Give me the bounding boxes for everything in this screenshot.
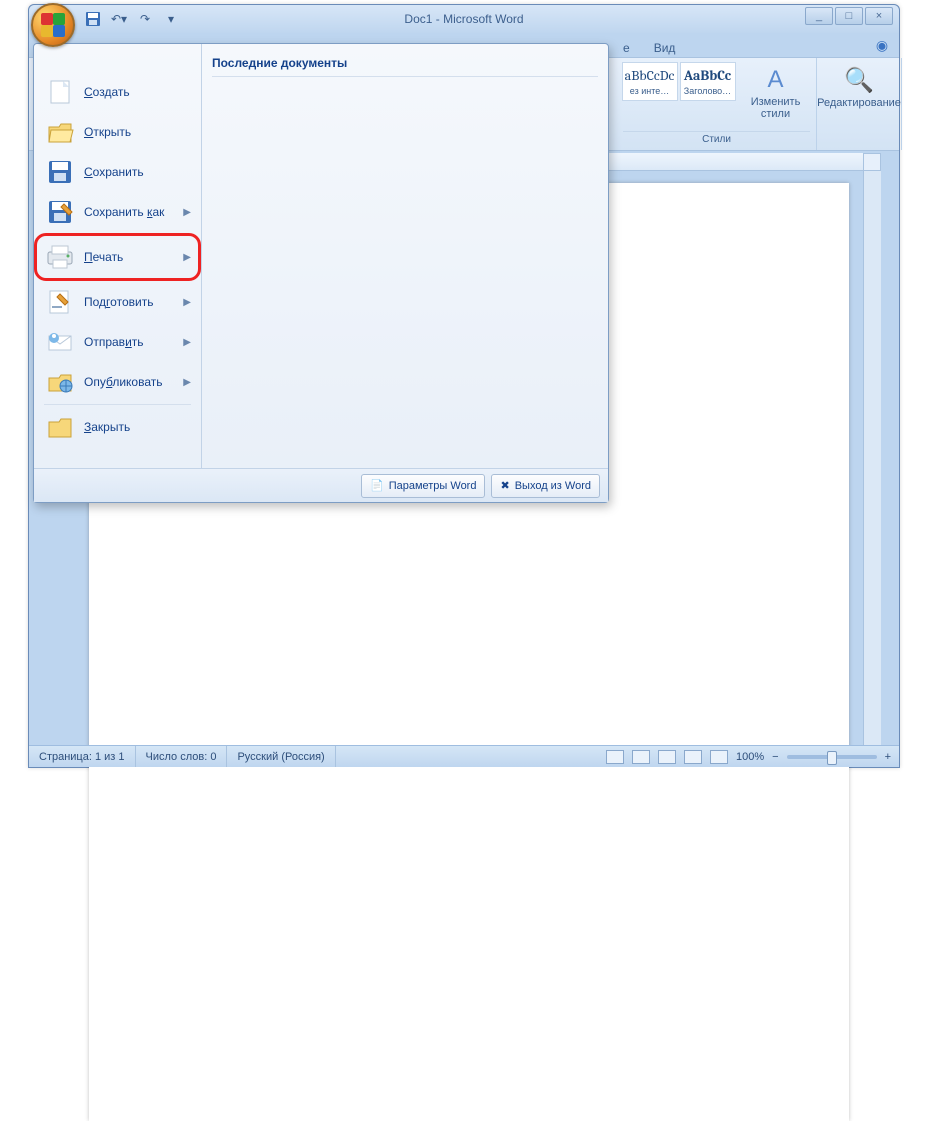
- qat-customize-icon[interactable]: ▾: [161, 9, 181, 29]
- view-print-layout-icon[interactable]: [606, 750, 624, 764]
- menu-item-send[interactable]: Отправить ▶: [38, 322, 197, 362]
- submenu-arrow-icon: ▶: [183, 297, 191, 308]
- exit-icon: ✖: [500, 479, 509, 492]
- menu-item-save[interactable]: Сохранить: [38, 152, 197, 192]
- window-title: Doc1 - Microsoft Word: [404, 12, 523, 26]
- tab-view[interactable]: Вид: [650, 39, 680, 57]
- save-icon: [44, 156, 76, 188]
- office-menu-footer: 📄 Параметры Word ✖ Выход из Word: [34, 468, 608, 502]
- minimize-button[interactable]: _: [805, 7, 833, 25]
- redo-icon[interactable]: ↷: [135, 9, 155, 29]
- new-doc-icon: [44, 76, 76, 108]
- close-doc-icon: [44, 411, 76, 443]
- submenu-arrow-icon: ▶: [183, 377, 191, 388]
- menu-item-open[interactable]: Открыть: [38, 112, 197, 152]
- office-menu-commands: ССоздатьоздать Открыть Сохранить Сохрани…: [34, 44, 202, 468]
- menu-item-publish[interactable]: Опубликовать ▶: [38, 362, 197, 402]
- vertical-scrollbar[interactable]: [863, 171, 881, 745]
- zoom-slider[interactable]: [787, 755, 877, 759]
- menu-item-prepare[interactable]: Подготовить ▶: [38, 282, 197, 322]
- word-options-button[interactable]: 📄 Параметры Word: [361, 474, 485, 498]
- style-tile[interactable]: aBbCcDc ез инте…: [622, 62, 678, 101]
- open-icon: [44, 116, 76, 148]
- maximize-button[interactable]: □: [835, 7, 863, 25]
- status-bar: Страница: 1 из 1 Число слов: 0 Русский (…: [29, 745, 899, 767]
- styles-group: aBbCcDc ез инте… AaBbCc Заголово… A Изме…: [617, 58, 817, 150]
- save-as-icon: [44, 196, 76, 228]
- menu-item-save-as[interactable]: Сохранить как ▶: [38, 192, 197, 232]
- quick-access-toolbar: ↶▾ ↷ ▾: [83, 9, 181, 29]
- menu-item-close[interactable]: Закрыть: [38, 407, 197, 447]
- publish-icon: [44, 366, 76, 398]
- zoom-in-icon[interactable]: +: [885, 751, 891, 763]
- view-full-screen-icon[interactable]: [632, 750, 650, 764]
- save-icon[interactable]: [83, 9, 103, 29]
- status-page[interactable]: Страница: 1 из 1: [29, 746, 136, 767]
- print-icon: [44, 241, 76, 273]
- menu-item-print[interactable]: Печать ▶: [38, 237, 197, 277]
- editing-button[interactable]: 🔍 Редактирование: [823, 62, 895, 109]
- change-styles-button[interactable]: A Изменить стили: [740, 62, 812, 120]
- titlebar: ↶▾ ↷ ▾ Doc1 - Microsoft Word _ □ ×: [29, 5, 899, 33]
- recent-documents-panel: Последние документы: [202, 44, 608, 468]
- menu-item-new[interactable]: ССоздатьоздать: [38, 72, 197, 112]
- undo-icon[interactable]: ↶▾: [109, 9, 129, 29]
- submenu-arrow-icon: ▶: [183, 207, 191, 218]
- submenu-arrow-icon: ▶: [183, 252, 191, 263]
- status-language[interactable]: Русский (Россия): [227, 746, 335, 767]
- editing-group: 🔍 Редактирование .: [817, 58, 902, 150]
- prepare-icon: [44, 286, 76, 318]
- style-tile[interactable]: AaBbCc Заголово…: [680, 62, 736, 101]
- options-icon: 📄: [370, 479, 384, 492]
- tab-partial[interactable]: е: [619, 39, 634, 57]
- zoom-level[interactable]: 100%: [736, 751, 764, 763]
- office-button[interactable]: [31, 3, 75, 47]
- view-outline-icon[interactable]: [684, 750, 702, 764]
- help-icon[interactable]: ◉: [873, 37, 891, 55]
- status-words[interactable]: Число слов: 0: [136, 746, 228, 767]
- view-web-icon[interactable]: [658, 750, 676, 764]
- submenu-arrow-icon: ▶: [183, 337, 191, 348]
- ruler-toggle-icon[interactable]: [863, 153, 881, 171]
- close-button[interactable]: ×: [865, 7, 893, 25]
- app-window: ↶▾ ↷ ▾ Doc1 - Microsoft Word _ □ × е Вид…: [28, 4, 900, 768]
- send-icon: [44, 326, 76, 358]
- zoom-out-icon[interactable]: −: [772, 751, 778, 763]
- change-styles-icon: A: [767, 66, 783, 94]
- office-menu: ССоздатьоздать Открыть Сохранить Сохрани…: [33, 43, 609, 503]
- exit-word-button[interactable]: ✖ Выход из Word: [491, 474, 600, 498]
- view-draft-icon[interactable]: [710, 750, 728, 764]
- recent-docs-header: Последние документы: [212, 52, 598, 77]
- find-icon: 🔍: [844, 66, 874, 95]
